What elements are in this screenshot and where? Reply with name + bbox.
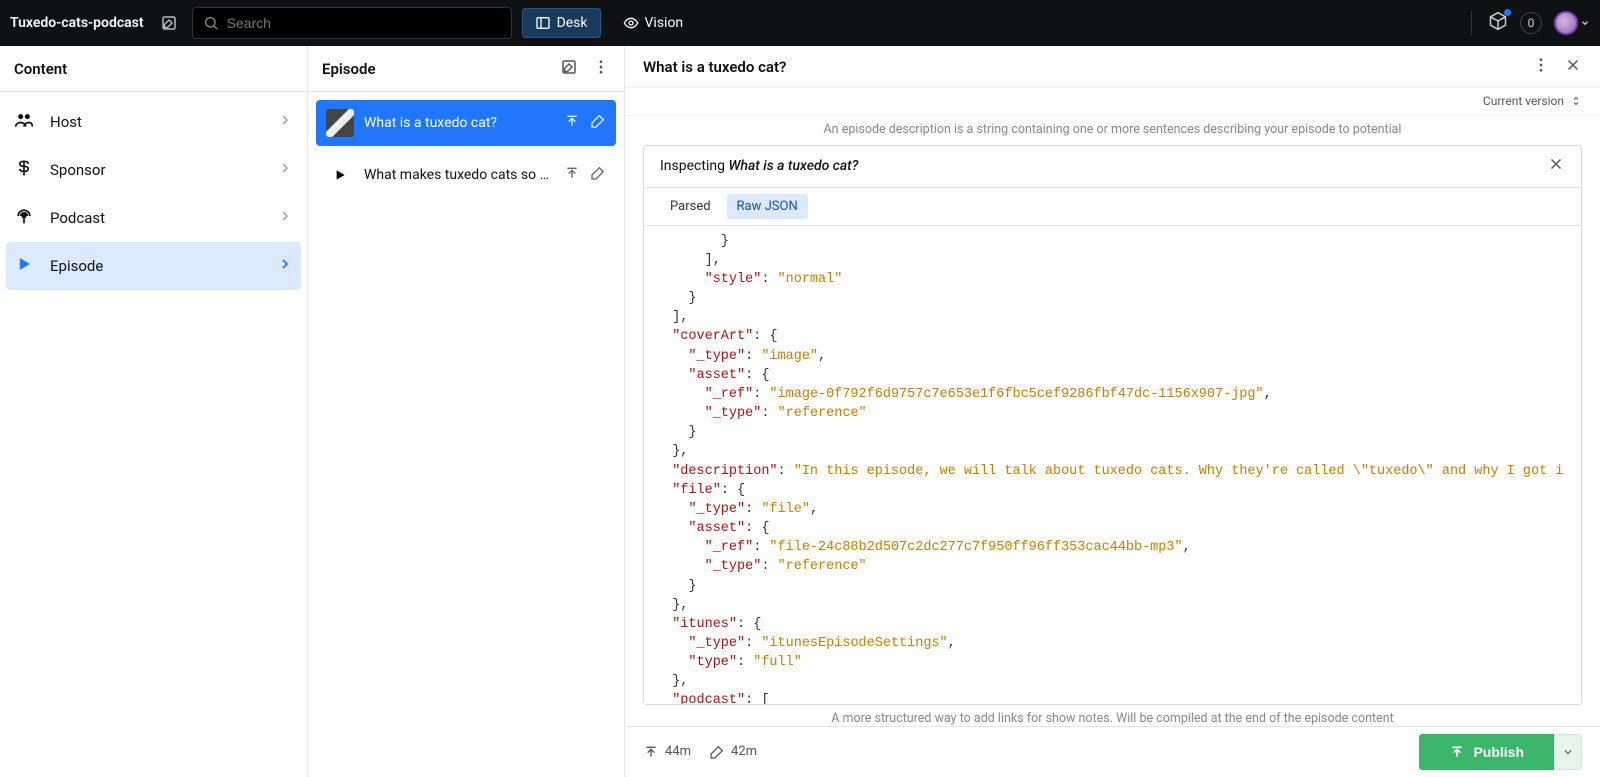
schema-item-sponsor[interactable]: Sponsor (0, 146, 307, 194)
package-icon[interactable] (1488, 11, 1508, 35)
main: Content Host Sponsor Podcast Episode (0, 46, 1600, 777)
published-ago: 44m (643, 744, 691, 760)
publish-button[interactable]: Publish (1419, 734, 1554, 770)
episode-list-title: Episode (322, 60, 376, 78)
schema-list: Host Sponsor Podcast Episode (0, 92, 307, 296)
content-panel: Content Host Sponsor Podcast Episode (0, 46, 308, 777)
publish-button-group: Publish (1419, 734, 1582, 770)
panels-icon (535, 15, 551, 31)
dollar-icon (14, 158, 34, 182)
chevron-right-icon (277, 112, 293, 132)
chevron-down-icon (1580, 18, 1590, 28)
divider (1471, 11, 1472, 35)
inspect-prefix: Inspecting (660, 158, 725, 174)
episode-thumbnail (326, 161, 354, 189)
search-input-wrap[interactable] (192, 7, 512, 39)
chevron-down-icon (1562, 746, 1574, 758)
episode-list-panel: Episode What is a tuxedo cat? What makes… (308, 46, 625, 777)
inspect-popover: Inspecting What is a tuxedo cat? Parsed … (643, 145, 1582, 705)
episode-item[interactable]: What is a tuxedo cat? (316, 100, 616, 146)
search-icon (203, 15, 219, 31)
episode-list-header: Episode (308, 46, 624, 92)
close-icon[interactable] (1564, 56, 1582, 78)
content-panel-header: Content (0, 46, 307, 92)
tab-parsed[interactable]: Parsed (660, 194, 721, 219)
edit-icon[interactable] (590, 113, 606, 133)
episode-item[interactable]: What makes tuxedo cats so c… (316, 152, 616, 198)
schema-item-host[interactable]: Host (0, 98, 307, 146)
episode-item-label: What makes tuxedo cats so c… (364, 167, 554, 183)
publish-up-icon (1449, 744, 1465, 760)
field-hint-top: An episode description is a string conta… (625, 116, 1600, 139)
edited-ago-value: 42m (731, 744, 757, 759)
document-header: What is a tuxedo cat? (625, 46, 1600, 88)
schema-item-label: Sponsor (50, 161, 106, 179)
inspect-tabs: Parsed Raw JSON (644, 188, 1581, 226)
search-input[interactable] (227, 15, 501, 31)
app-title: Tuxedo-cats-podcast (10, 15, 144, 31)
published-ago-value: 44m (665, 744, 691, 759)
play-icon (14, 254, 34, 278)
schema-item-label: Podcast (50, 209, 105, 227)
schema-item-label: Episode (50, 257, 103, 275)
json-viewport[interactable]: } ], "style": "normal" } ], "coverArt": … (644, 226, 1581, 704)
episode-item-label: What is a tuxedo cat? (364, 115, 554, 131)
podcast-icon (14, 206, 34, 230)
content-panel-title: Content (14, 60, 67, 78)
edit-icon (709, 744, 725, 760)
nav-desk[interactable]: Desk (522, 8, 601, 38)
user-menu[interactable] (1554, 11, 1590, 35)
schema-item-label: Host (50, 113, 82, 131)
avatar (1554, 11, 1578, 35)
episode-thumbnail (326, 109, 354, 137)
close-icon[interactable] (1547, 155, 1565, 177)
nav-vision-label: Vision (645, 15, 684, 31)
eye-icon (623, 15, 639, 31)
topbar-right: 0 (1467, 11, 1590, 35)
schema-item-podcast[interactable]: Podcast (0, 194, 307, 242)
edit-icon[interactable] (590, 165, 606, 185)
field-hint-bottom: A more structured way to add links for s… (625, 705, 1600, 726)
tab-raw-json[interactable]: Raw JSON (727, 194, 808, 219)
publish-up-icon (643, 744, 659, 760)
document-footer: 44m 42m Publish (625, 726, 1600, 777)
topbar: Tuxedo-cats-podcast Desk Vision 0 (0, 0, 1600, 46)
schema-item-episode[interactable]: Episode (6, 242, 301, 290)
chevron-right-icon (277, 208, 293, 228)
edit-title-icon[interactable] (160, 14, 178, 32)
nav-vision[interactable]: Vision (611, 9, 696, 37)
publish-up-icon[interactable] (564, 165, 580, 185)
publish-up-icon[interactable] (564, 113, 580, 133)
nav-desk-label: Desk (557, 15, 588, 31)
inspect-target: What is a tuxedo cat? (728, 158, 858, 174)
chevron-right-icon (277, 160, 293, 180)
document-panel: What is a tuxedo cat? Current version An… (625, 46, 1600, 777)
document-title: What is a tuxedo cat? (643, 58, 786, 76)
compose-icon[interactable] (560, 58, 578, 80)
notification-count[interactable]: 0 (1520, 12, 1542, 34)
edited-ago: 42m (709, 744, 757, 760)
chevron-right-icon (277, 256, 293, 276)
version-bar[interactable]: Current version (625, 88, 1600, 116)
kebab-icon[interactable] (1532, 56, 1550, 78)
version-label: Current version (1483, 94, 1564, 108)
users-icon (14, 110, 34, 134)
episode-list: What is a tuxedo cat? What makes tuxedo … (308, 92, 624, 206)
inspect-header: Inspecting What is a tuxedo cat? (644, 146, 1581, 188)
json-content: } ], "style": "normal" } ], "coverArt": … (644, 226, 1581, 704)
sort-icon (1570, 95, 1582, 107)
kebab-icon[interactable] (592, 58, 610, 80)
publish-label: Publish (1473, 744, 1524, 760)
publish-caret[interactable] (1554, 734, 1582, 770)
